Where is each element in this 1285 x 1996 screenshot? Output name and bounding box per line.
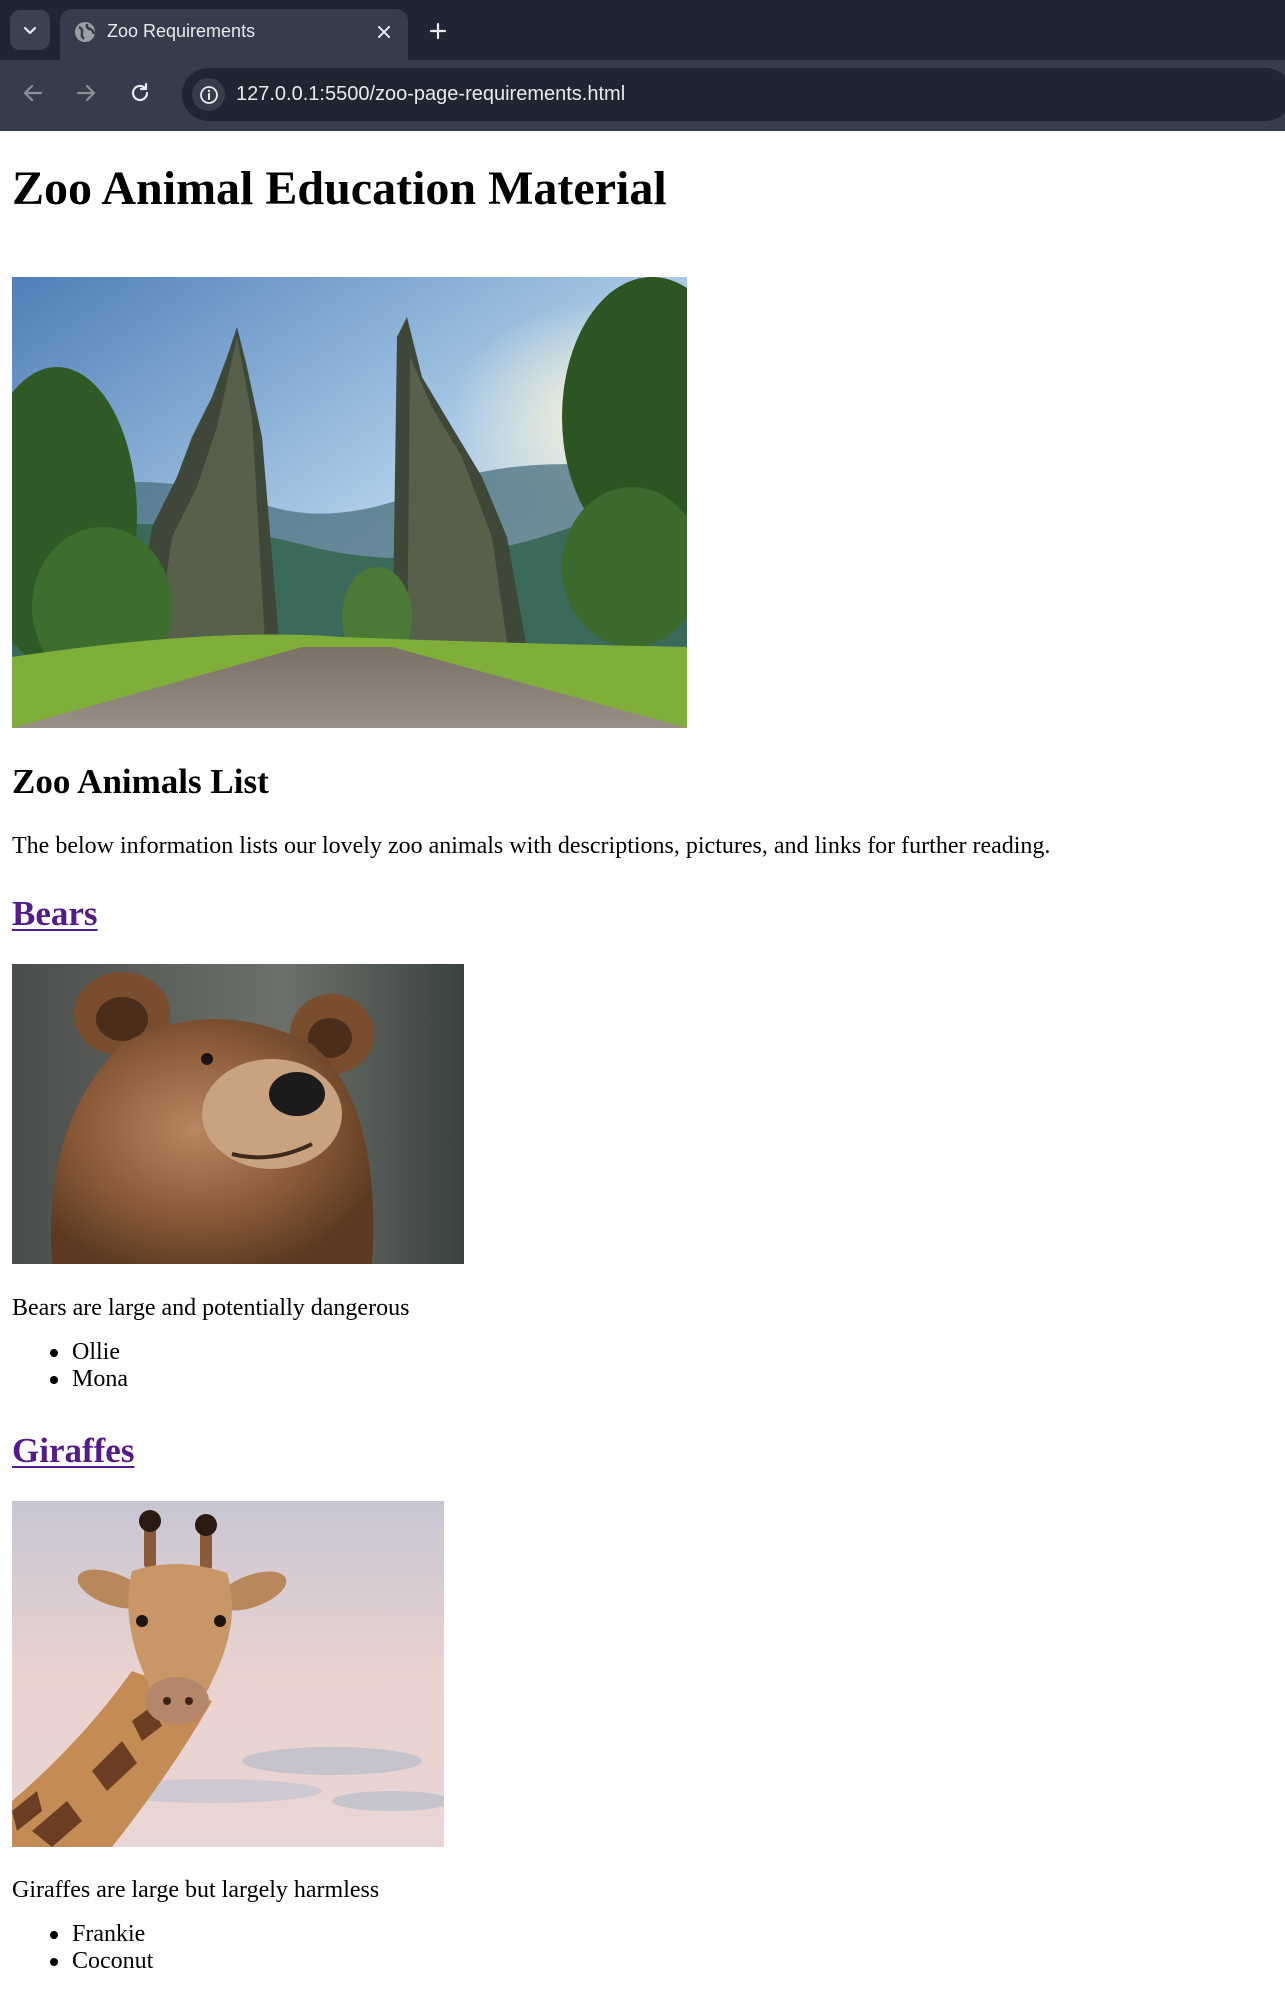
list-item: Mona — [12, 1366, 128, 1393]
chevron-down-icon — [23, 26, 37, 35]
tab-strip: Zoo Requirements — [0, 0, 1285, 60]
intro-paragraph: The below information lists our lovely z… — [12, 833, 1051, 859]
tab-active[interactable]: Zoo Requirements — [60, 9, 408, 60]
hero-image-temple-gate — [12, 277, 687, 728]
page-title: Zoo Animal Education Material — [12, 162, 667, 215]
list-item: Frankie — [12, 1921, 153, 1948]
reload-button[interactable] — [122, 75, 158, 111]
tab-search-button[interactable] — [10, 10, 50, 50]
giraffes-description: Giraffes are large but largely harmless — [12, 1877, 380, 1903]
plus-icon — [429, 22, 447, 40]
giraffes-names-list: Frankie Coconut — [12, 1921, 153, 1975]
globe-icon — [75, 22, 96, 42]
browser-toolbar: 127.0.0.1:5500/zoo-page-requirements.htm… — [0, 60, 1285, 131]
forward-button[interactable] — [68, 75, 104, 111]
address-bar[interactable]: 127.0.0.1:5500/zoo-page-requirements.htm… — [182, 68, 1285, 121]
site-info-button[interactable] — [192, 78, 225, 111]
list-item: Coconut — [12, 1948, 153, 1975]
arrow-right-icon — [76, 84, 96, 102]
back-button[interactable] — [15, 75, 51, 111]
new-tab-button[interactable] — [422, 15, 454, 47]
tab-title: Zoo Requirements — [107, 21, 256, 41]
giraffe-image — [12, 1501, 444, 1847]
url-text[interactable]: 127.0.0.1:5500/zoo-page-requirements.htm… — [236, 81, 625, 107]
bear-image — [12, 964, 464, 1264]
animals-list-heading: Zoo Animals List — [12, 762, 269, 801]
arrow-left-icon — [23, 84, 43, 102]
list-item: Ollie — [12, 1339, 128, 1366]
info-icon — [199, 85, 218, 104]
bears-description: Bears are large and potentially dangerou… — [12, 1295, 410, 1321]
close-icon — [378, 26, 390, 38]
tab-close-button[interactable] — [374, 22, 394, 42]
giraffes-link[interactable]: Giraffes — [12, 1430, 134, 1472]
bears-names-list: Ollie Mona — [12, 1339, 128, 1393]
reload-icon — [131, 82, 149, 102]
browser-chrome: Zoo Requirements 127.0.0.1:5500/zoo-page… — [0, 0, 1285, 131]
bears-link[interactable]: Bears — [12, 893, 98, 935]
